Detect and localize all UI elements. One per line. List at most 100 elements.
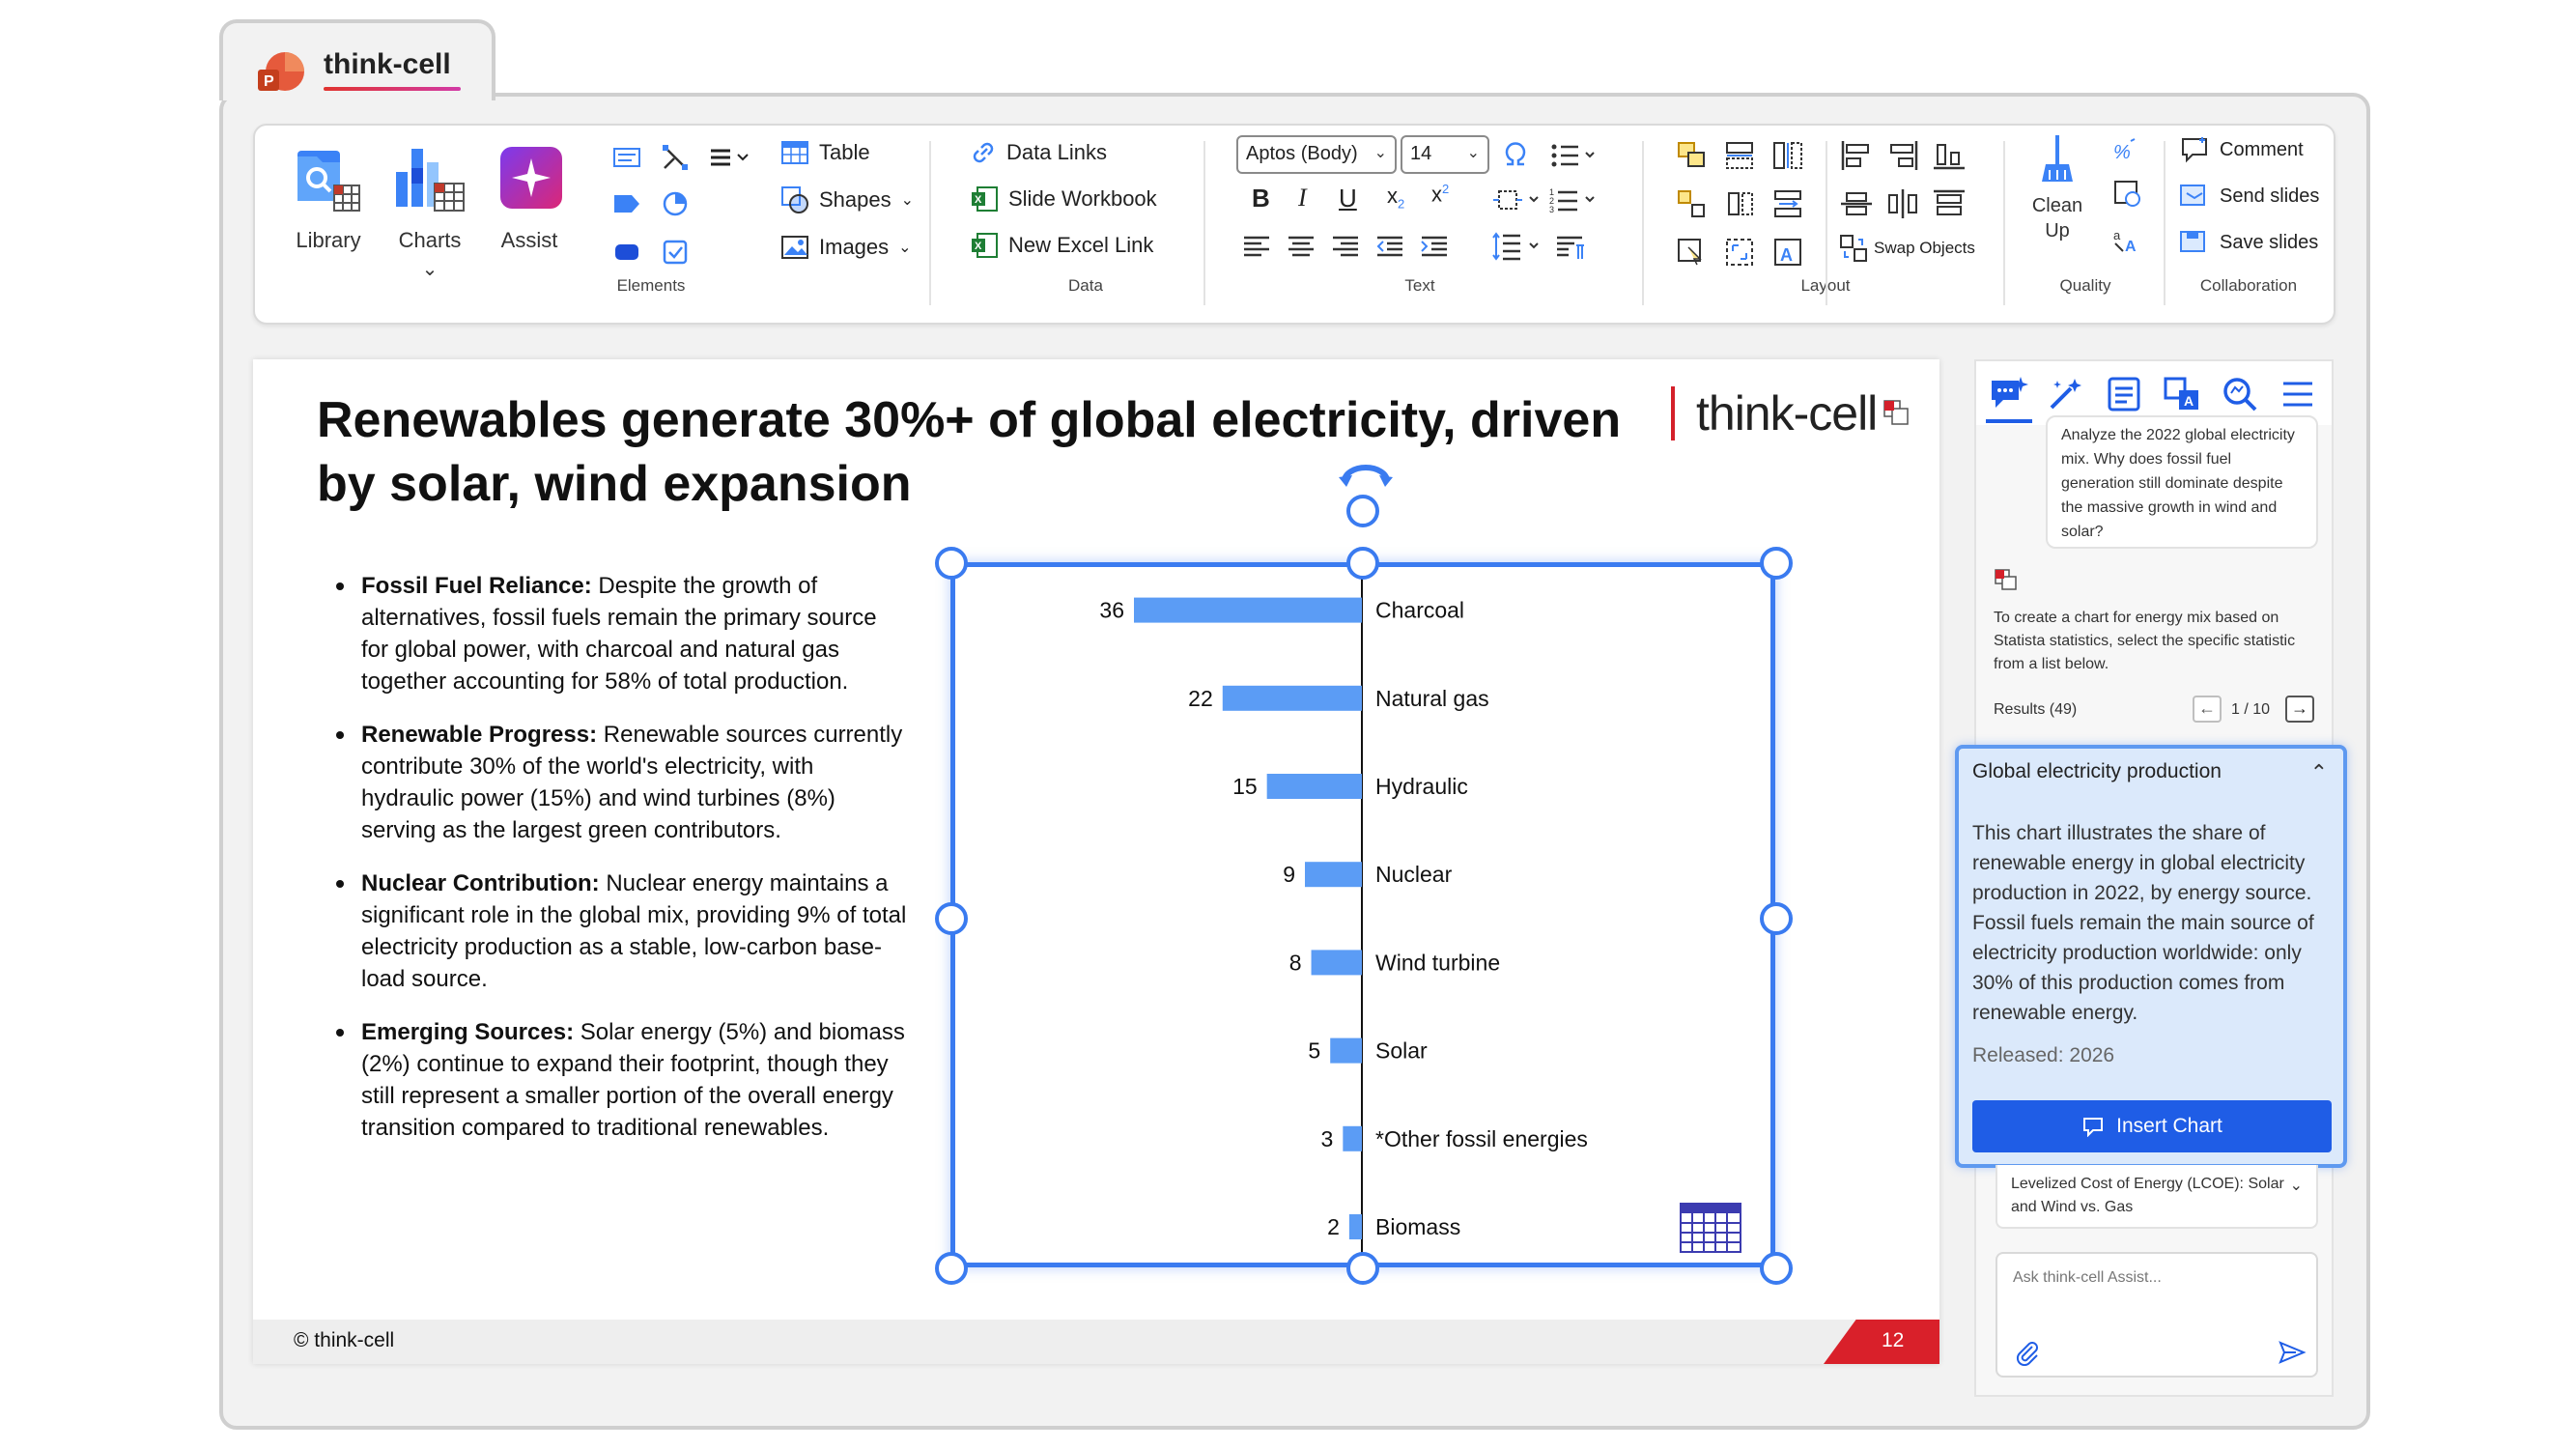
subscript-button[interactable]: x2 bbox=[1387, 184, 1404, 211]
checkbox-icon[interactable] bbox=[661, 238, 690, 267]
align-menu-icon[interactable] bbox=[707, 145, 750, 170]
swap-objects-button[interactable]: Swap Objects bbox=[1839, 234, 1975, 263]
resize-handle-top-right[interactable] bbox=[1760, 547, 1793, 580]
superscript-button[interactable]: x2 bbox=[1431, 182, 1449, 207]
images-button[interactable]: Images ⌄ bbox=[780, 234, 912, 261]
statistic-card-selected[interactable]: Global electricity production ⌃ This cha… bbox=[1955, 745, 2347, 1168]
svg-text:X: X bbox=[975, 194, 982, 206]
chevron-down-icon: ⌄ bbox=[1373, 145, 1387, 161]
textbox-icon[interactable] bbox=[612, 145, 641, 170]
resize-handle-top[interactable] bbox=[1346, 547, 1379, 580]
align-bottom-objects-icon[interactable] bbox=[1932, 139, 1967, 172]
translate-tab-icon[interactable]: A bbox=[2162, 375, 2204, 413]
align-center-objects-icon[interactable] bbox=[1885, 187, 1920, 220]
percent-check-icon[interactable]: % bbox=[2111, 137, 2144, 166]
attach-paperclip-icon[interactable] bbox=[2013, 1339, 2040, 1366]
align-right-objects-icon[interactable] bbox=[1885, 139, 1920, 172]
save-slides-button[interactable]: Save slides bbox=[2179, 228, 2318, 257]
rounded-rect-icon[interactable] bbox=[612, 240, 641, 265]
align-top-objects-icon[interactable] bbox=[1932, 187, 1967, 220]
text-spacing-icon[interactable] bbox=[1491, 185, 1543, 216]
same-size-icon[interactable] bbox=[1675, 139, 1708, 172]
slide-title[interactable]: Renewables generate 30%+ of global elect… bbox=[317, 388, 1669, 516]
fit-selection-icon[interactable] bbox=[1723, 236, 1756, 269]
logo-mark-icon bbox=[1883, 400, 1910, 425]
table-button[interactable]: Table bbox=[780, 139, 870, 166]
increase-indent-icon[interactable] bbox=[1418, 232, 1451, 261]
menu-icon[interactable] bbox=[2278, 375, 2320, 413]
align-middle-icon[interactable] bbox=[1839, 187, 1874, 220]
charts-chevron-icon[interactable]: ⌄ bbox=[388, 257, 471, 281]
same-height-icon[interactable] bbox=[1771, 139, 1804, 172]
chevron-down-icon[interactable]: ⌄ bbox=[2290, 1175, 2303, 1198]
cursor-select-icon[interactable] bbox=[1675, 236, 1708, 269]
rotate-arrow-icon[interactable] bbox=[1337, 456, 1395, 489]
ribbon-separator bbox=[929, 141, 931, 305]
text-fit-icon[interactable]: A bbox=[1771, 236, 1804, 269]
distribute-icon[interactable] bbox=[1771, 187, 1804, 220]
next-page-button[interactable]: → bbox=[2285, 696, 2314, 723]
resize-handle-bottom-left[interactable] bbox=[935, 1252, 968, 1285]
numbering-icon[interactable]: 123 bbox=[1549, 185, 1598, 216]
resize-handle-right[interactable] bbox=[1760, 902, 1793, 935]
stretch-icon[interactable] bbox=[1723, 187, 1756, 220]
summary-tab-icon[interactable] bbox=[2104, 375, 2146, 413]
new-excel-link-button[interactable]: X New Excel Link bbox=[970, 232, 1153, 259]
underline-button[interactable]: U bbox=[1339, 184, 1357, 213]
font-name-value: Aptos (Body) bbox=[1246, 143, 1358, 164]
chat-tab-icon[interactable] bbox=[1988, 375, 2030, 413]
page-indicator: 1 / 10 bbox=[2231, 701, 2271, 718]
ribbon-separator bbox=[2003, 141, 2005, 305]
bullet-list[interactable]: Fossil Fuel Reliance: Despite the growth… bbox=[330, 570, 910, 1165]
font-size-select[interactable]: 14 ⌄ bbox=[1401, 135, 1489, 174]
paragraph-format-icon[interactable] bbox=[1553, 232, 1592, 261]
images-chevron-icon: ⌄ bbox=[898, 240, 912, 256]
app-tab[interactable]: P think-cell bbox=[219, 19, 495, 100]
bold-button[interactable]: B bbox=[1252, 184, 1270, 213]
send-icon[interactable] bbox=[2278, 1339, 2307, 1366]
font-name-select[interactable]: Aptos (Body) ⌄ bbox=[1236, 135, 1397, 174]
datasheet-grid-icon[interactable] bbox=[1679, 1202, 1742, 1254]
data-links-button[interactable]: Data Links bbox=[970, 139, 1107, 166]
align-center-icon[interactable] bbox=[1285, 232, 1317, 261]
group-align-icon[interactable] bbox=[1675, 187, 1708, 220]
library-button[interactable]: Library bbox=[290, 139, 367, 253]
bullets-icon[interactable] bbox=[1549, 139, 1598, 172]
connector-icon[interactable] bbox=[661, 143, 690, 172]
elements-group-label: Elements bbox=[616, 276, 686, 295]
prev-page-button[interactable]: ← bbox=[2193, 696, 2222, 723]
ask-input[interactable]: Ask think-cell Assist... bbox=[1996, 1252, 2318, 1378]
charts-button[interactable]: Charts ⌄ bbox=[388, 139, 471, 281]
decrease-indent-icon[interactable] bbox=[1373, 232, 1406, 261]
align-left-icon[interactable] bbox=[1240, 232, 1273, 261]
comment-button[interactable]: Comment bbox=[2179, 135, 2304, 164]
assist-button[interactable]: Assist bbox=[491, 139, 568, 253]
slide-workbook-button[interactable]: X Slide Workbook bbox=[970, 185, 1157, 213]
harvey-ball-icon[interactable] bbox=[661, 189, 690, 218]
statistic-card[interactable]: Levelized Cost of Energy (LCOE): Solar a… bbox=[1996, 1165, 2318, 1229]
shapes-button[interactable]: Shapes ⌄ bbox=[780, 185, 914, 214]
resize-handle-bottom[interactable] bbox=[1346, 1252, 1379, 1285]
ribbon-separator bbox=[1826, 141, 1827, 305]
clean-up-button[interactable]: Clean Up bbox=[2019, 133, 2096, 243]
send-slides-button[interactable]: Send slides bbox=[2179, 182, 2319, 211]
slide-canvas[interactable]: Renewables generate 30%+ of global elect… bbox=[253, 359, 1939, 1364]
link-check-icon[interactable] bbox=[2111, 178, 2144, 211]
symbol-omega-icon[interactable] bbox=[1499, 139, 1532, 172]
italic-button[interactable]: I bbox=[1298, 184, 1307, 213]
search-tab-icon[interactable] bbox=[2220, 375, 2262, 413]
insert-chart-button[interactable]: Insert Chart bbox=[1972, 1100, 2332, 1152]
line-spacing-icon[interactable] bbox=[1491, 230, 1543, 263]
same-width-icon[interactable] bbox=[1723, 139, 1756, 172]
resize-handle-top-left[interactable] bbox=[935, 547, 968, 580]
label-shape-icon[interactable] bbox=[612, 191, 641, 216]
align-right-icon[interactable] bbox=[1329, 232, 1362, 261]
resize-handle-left[interactable] bbox=[935, 902, 968, 935]
spellcheck-icon[interactable]: aA bbox=[2111, 224, 2144, 257]
resize-handle-bottom-right[interactable] bbox=[1760, 1252, 1793, 1285]
magic-wand-tab-icon[interactable] bbox=[2046, 375, 2088, 413]
rotate-handle[interactable] bbox=[1346, 495, 1379, 527]
chevron-up-icon[interactable]: ⌃ bbox=[2310, 760, 2328, 785]
align-left-objects-icon[interactable] bbox=[1839, 139, 1874, 172]
svg-text:A: A bbox=[2184, 393, 2194, 409]
